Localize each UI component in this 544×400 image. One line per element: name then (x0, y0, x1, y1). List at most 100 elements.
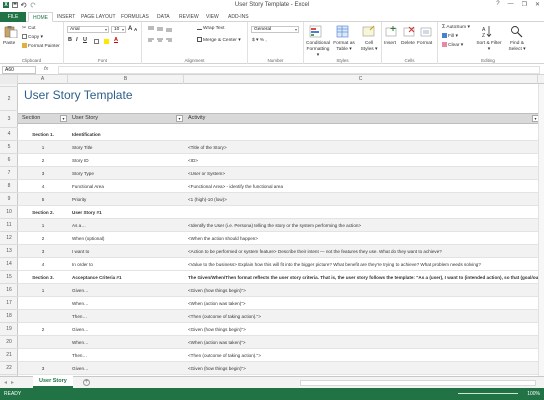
cell-user-story[interactable]: Functional Area (68, 180, 184, 192)
row-header[interactable]: 6 (0, 154, 18, 167)
wrap-text-button[interactable]: Wrap Text (197, 25, 224, 31)
cell-user-story[interactable]: User Story #1 (68, 206, 184, 218)
paste-icon[interactable] (4, 25, 18, 38)
zoom-level[interactable]: 100% (527, 391, 540, 397)
row-header[interactable]: 16 (0, 284, 18, 297)
format-cells-icon[interactable] (420, 25, 434, 38)
format-painter-button[interactable]: Format Painter (22, 43, 60, 49)
increase-font-icon[interactable]: A (128, 26, 132, 32)
cell-activity[interactable]: <User or System> (184, 167, 540, 179)
font-color-icon[interactable]: A (114, 37, 118, 43)
row-header[interactable]: 13 (0, 245, 18, 258)
cell-section[interactable]: 2 (18, 323, 68, 335)
find-select-icon[interactable] (510, 25, 524, 38)
decrease-font-icon[interactable]: A (134, 27, 137, 32)
cell-section[interactable]: Section 2. (18, 206, 68, 218)
close-button[interactable]: ✕ (535, 1, 540, 8)
cell-user-story[interactable]: In order to (68, 258, 184, 270)
cell-activity[interactable] (184, 128, 540, 140)
horizontal-align-icons[interactable] (148, 38, 174, 44)
cell-user-story[interactable]: Then… (68, 310, 184, 322)
cell-user-story[interactable]: Given… (68, 323, 184, 335)
row-header[interactable]: 22 (0, 362, 18, 375)
sheet-tab-user-story[interactable]: User Story (33, 376, 73, 388)
row-header[interactable]: 11 (0, 219, 18, 232)
cell-section[interactable]: Section 1. (18, 128, 68, 140)
italic-icon[interactable]: I (76, 37, 78, 43)
fill-button[interactable]: Fill ▾ (442, 33, 458, 39)
copy-button[interactable]: Copy ▾ (22, 34, 43, 40)
delete-button[interactable]: Delete (401, 41, 415, 46)
cell-activity[interactable] (184, 206, 540, 218)
format-as-table-icon[interactable] (336, 25, 350, 38)
tab-file[interactable]: FILE (0, 12, 26, 22)
accounting-format-button[interactable]: $ ▾ % , (252, 38, 267, 43)
fill-color-icon[interactable] (104, 39, 109, 44)
number-format-select[interactable]: General ▾ (251, 26, 299, 33)
row-header[interactable]: 19 (0, 323, 18, 336)
cell-user-story[interactable]: Then… (68, 349, 184, 361)
cell-styles-icon[interactable] (362, 25, 376, 38)
cell-section[interactable]: 1 (18, 219, 68, 231)
cell-activity[interactable]: <1 (high)-10 (low)> (184, 193, 540, 205)
cell-section[interactable]: 2 (18, 232, 68, 244)
underline-icon[interactable]: U (83, 37, 87, 43)
conditional-formatting-icon[interactable] (309, 25, 323, 38)
cell-user-story[interactable]: Priority (68, 193, 184, 205)
row-header[interactable]: 18 (0, 310, 18, 323)
cell-activity[interactable]: The Given/When/Then format reflects the … (184, 271, 540, 283)
cell-user-story[interactable]: As a… (68, 219, 184, 231)
minimize-button[interactable]: — (508, 1, 514, 8)
column-header-c[interactable]: C (184, 75, 538, 84)
tab-page-layout[interactable]: PAGE LAYOUT (81, 12, 116, 22)
header-section[interactable]: Section ▾ (18, 113, 68, 124)
find-select-button[interactable]: Find & Select ▾ (504, 41, 530, 53)
row-header[interactable]: 17 (0, 297, 18, 310)
cell-activity[interactable]: <Value to the business> Explain how this… (184, 258, 540, 270)
font-name-select[interactable]: Arial ▾ (67, 26, 109, 33)
delete-cells-icon[interactable] (403, 25, 417, 38)
row-header[interactable]: 12 (0, 232, 18, 245)
row-header[interactable]: 10 (0, 206, 18, 219)
cell-section[interactable]: 4 (18, 258, 68, 270)
cell-user-story[interactable]: When… (68, 336, 184, 348)
row-header[interactable]: 5 (0, 141, 18, 154)
cell-section[interactable] (18, 349, 68, 361)
fx-icon[interactable]: fx (44, 66, 48, 72)
cell-section[interactable]: 3 (18, 362, 68, 374)
column-header-a[interactable]: A (18, 75, 68, 84)
cell-section[interactable] (18, 310, 68, 322)
conditional-formatting-button[interactable]: Conditional Formatting ▾ (305, 41, 331, 59)
tab-formulas[interactable]: FORMULAS (121, 12, 149, 22)
row-header[interactable]: 7 (0, 167, 18, 180)
cell-user-story[interactable]: Story ID (68, 154, 184, 166)
cell-user-story[interactable]: Given… (68, 362, 184, 374)
tab-home[interactable]: HOME (28, 12, 53, 22)
cell-activity[interactable]: <Then (outcome of taking action)."> (184, 349, 540, 361)
cell-activity[interactable]: <Given (how things begin)"> (184, 284, 540, 296)
cell-section[interactable]: Section 3. (18, 271, 68, 283)
zoom-slider[interactable] (458, 393, 518, 394)
paste-button[interactable]: Paste (3, 41, 15, 46)
clear-button[interactable]: Clear ▾ (442, 42, 463, 48)
cell-section[interactable]: 1 (18, 141, 68, 153)
formula-input[interactable] (58, 66, 540, 74)
cell-section[interactable] (18, 297, 68, 309)
vertical-align-icons[interactable] (148, 26, 174, 32)
header-activity[interactable]: Activity ▾ (184, 113, 540, 124)
cell-user-story[interactable]: Story Title (68, 141, 184, 153)
cell-activity[interactable]: <ID> (184, 154, 540, 166)
cell-activity[interactable]: <Identify the User (i.e. Persona) tellin… (184, 219, 540, 231)
tab-view[interactable]: VIEW (206, 12, 219, 22)
cell-activity[interactable]: <Given (how things begin)"> (184, 362, 540, 374)
tab-insert[interactable]: INSERT (57, 12, 75, 22)
borders-icon[interactable] (94, 39, 99, 44)
filter-dropdown-icon[interactable]: ▾ (176, 115, 183, 122)
select-all-corner[interactable] (0, 75, 18, 84)
row-header[interactable]: 3 (0, 111, 18, 128)
cell-user-story[interactable]: Given… (68, 284, 184, 296)
cell-user-story[interactable]: Story Type (68, 167, 184, 179)
cell-user-story[interactable]: When (optional) (68, 232, 184, 244)
horizontal-scrollbar[interactable] (300, 380, 536, 386)
cell-styles-button[interactable]: Cell Styles ▾ (358, 41, 380, 53)
